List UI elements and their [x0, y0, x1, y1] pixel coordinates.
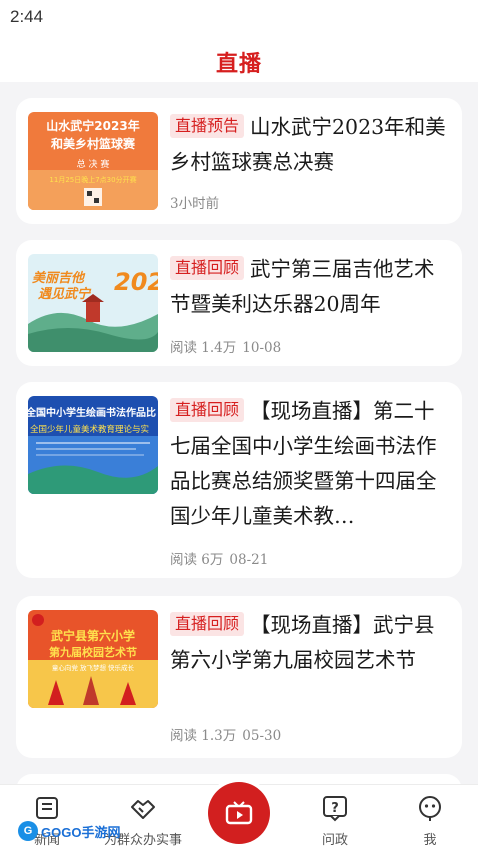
thumb-line2: 和美乡村篮球赛 — [50, 136, 136, 151]
thumb-line1: 全国中小学生绘画书法作品比 — [28, 406, 156, 419]
card-date: 05-30 — [242, 728, 282, 744]
thumb-line2: 第九届校园艺术节 — [49, 645, 137, 659]
card-reads: 阅读 6万 — [170, 552, 224, 568]
status-tag: 直播预告 — [170, 114, 245, 138]
header: 直播 — [0, 34, 478, 82]
card-reads: 阅读 1.4万 — [170, 340, 237, 356]
card-title-block[interactable]: 直播预告 山水武宁2023年和美乡村篮球赛总决赛 — [170, 110, 448, 180]
watermark-logo-icon: G — [18, 821, 38, 841]
card-title-block[interactable]: 直播回顾 【现场直播】第二十七届全国中小学生绘画书法作品比赛总结颁奖暨第十四届全国… — [170, 394, 448, 534]
live-card[interactable]: 山水武宁2023年 和美乡村篮球赛 总 决 赛 11月25日晚上7点30分开赛 … — [16, 98, 462, 224]
card-thumbnail[interactable]: 山水武宁2023年 和美乡村篮球赛 总 决 赛 11月25日晚上7点30分开赛 — [28, 112, 158, 210]
thumb-line1: 美丽吉他 — [32, 270, 86, 286]
svg-text:?: ? — [331, 801, 339, 816]
thumb-line2: 遇见武宁 — [38, 286, 92, 302]
card-thumbnail[interactable]: 美丽吉他 遇见武宁 202 — [28, 254, 158, 352]
card-meta: 阅读 1.4万 10-08 — [170, 336, 281, 356]
user-face-icon — [419, 796, 441, 821]
live-feed[interactable]: 山水武宁2023年 和美乡村篮球赛 总 决 赛 11月25日晚上7点30分开赛 … — [0, 82, 478, 784]
tab-live[interactable] — [208, 782, 270, 844]
thumb-line2: 全国少年儿童美术教育理论与实 — [30, 424, 149, 435]
live-card[interactable]: 美丽吉他 遇见武宁 202 直播回顾武宁第三届吉他艺术节暨美利达乐器20周年 阅… — [16, 240, 462, 366]
thumb-line3: 总 决 赛 — [77, 158, 110, 170]
thumb-line1: 山水武宁2023年 — [46, 118, 139, 133]
status-tag: 直播回顾 — [170, 398, 245, 422]
card-reads: 阅读 1.3万 — [170, 728, 237, 744]
watermark-text: GOGO手游网 — [41, 824, 121, 840]
card-meta: 阅读 1.3万 05-30 — [170, 724, 281, 744]
card-time: 3小时前 — [170, 196, 220, 212]
tab-label: 问政 — [321, 833, 348, 848]
card-thumbnail[interactable]: 全国中小学生绘画书法作品比 全国少年儿童美术教育理论与实 — [28, 396, 158, 494]
thumb-line3: 202 — [114, 268, 158, 296]
card-thumbnail[interactable]: 武宁县第六小学 第九届校园艺术节 童心向党 放飞梦想 快乐成长 — [28, 610, 158, 708]
page-title: 直播 — [215, 51, 262, 77]
thumb-line4: 11月25日晚上7点30分开赛 — [49, 175, 136, 184]
status-time: 2:44 — [10, 7, 44, 26]
card-meta: 3小时前 — [170, 192, 219, 212]
live-card[interactable]: 全国中小学生绘画书法作品比 全国少年儿童美术教育理论与实 直播回顾 【现场直播】第… — [16, 382, 462, 578]
tab-question[interactable]: ? 问政 — [290, 785, 380, 850]
question-icon: ? — [323, 796, 347, 822]
handshake-icon — [131, 800, 155, 819]
status-tag: 直播回顾 — [170, 256, 245, 280]
thumb-line3: 童心向党 放飞梦想 快乐成长 — [52, 663, 135, 672]
tab-label: 我 — [423, 833, 437, 848]
card-date: 08-21 — [229, 552, 269, 568]
thumb-line1: 武宁县第六小学 — [51, 628, 135, 643]
tab-me[interactable]: 我 — [385, 785, 475, 850]
card-meta: 阅读 6万 08-21 — [170, 548, 268, 568]
card-title-block[interactable]: 直播回顾 【现场直播】武宁县第六小学第九届校园艺术节 — [170, 608, 448, 678]
watermark: G GOGO手游网 — [18, 820, 120, 842]
card-date: 10-08 — [242, 340, 282, 356]
live-card[interactable]: 武宁县第六小学 第九届校园艺术节 童心向党 放飞梦想 快乐成长 直播回顾 【现场直… — [16, 596, 462, 758]
status-tag: 直播回顾 — [170, 612, 245, 636]
status-bar: 2:44 — [0, 0, 478, 34]
tv-icon — [225, 801, 253, 825]
news-icon — [36, 797, 58, 819]
card-title-block[interactable]: 直播回顾 武宁第三届吉他艺术节暨美利达乐器20周年 — [170, 252, 448, 322]
